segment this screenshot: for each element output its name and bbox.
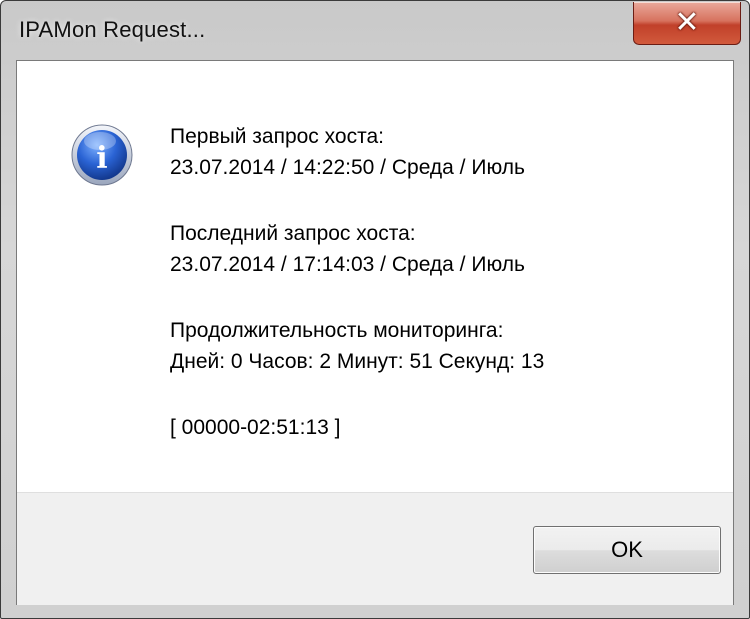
duration-code: [ 00000-02:51:13 ] xyxy=(170,416,341,439)
title-bar[interactable]: IPAMon Request... ✕ xyxy=(1,1,749,59)
close-icon: ✕ xyxy=(674,5,700,40)
last-request-value: 23.07.2014 / 17:14:03 / Среда / Июль xyxy=(170,253,525,276)
svg-text:i: i xyxy=(96,141,107,176)
close-button[interactable]: ✕ xyxy=(633,2,741,45)
message-text: Первый запрос хоста: 23.07.2014 / 14:22:… xyxy=(170,121,710,478)
dialog-client-area: i Первый запрос хоста: 23.07.2014 / 14:2… xyxy=(16,60,734,605)
first-request-value: 23.07.2014 / 14:22:50 / Среда / Июль xyxy=(170,156,525,179)
message-area: i Первый запрос хоста: 23.07.2014 / 14:2… xyxy=(17,61,733,492)
dialog-window: IPAMon Request... ✕ i Первый запрос хост… xyxy=(0,0,750,619)
button-bar: OK xyxy=(17,492,733,605)
duration-value: Дней: 0 Часов: 2 Минут: 51 Секунд: 13 xyxy=(170,350,545,373)
window-title: IPAMon Request... xyxy=(19,17,206,42)
ok-button[interactable]: OK xyxy=(533,526,721,574)
first-request-label: Первый запрос хоста: xyxy=(170,125,384,148)
info-icon: i xyxy=(71,124,133,186)
duration-label: Продолжительность мониторинга: xyxy=(170,319,504,342)
last-request-label: Последний запрос хоста: xyxy=(170,222,416,245)
